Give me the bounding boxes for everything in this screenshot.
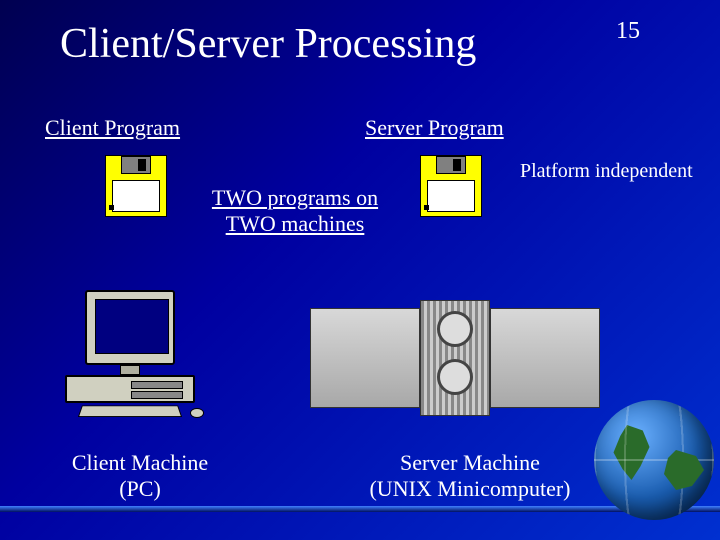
floppy-disk-icon bbox=[420, 155, 482, 217]
server-machine-caption: Server Machine (UNIX Minicomputer) bbox=[330, 450, 610, 502]
center-caption-line2: TWO machines bbox=[226, 211, 365, 236]
client-machine-line2: (PC) bbox=[119, 476, 161, 501]
center-caption: TWO programs on TWO machines bbox=[195, 185, 395, 237]
slide-number: 15 bbox=[616, 18, 640, 45]
server-program-label: Server Program bbox=[365, 115, 504, 141]
floppy-disk-icon bbox=[105, 155, 167, 217]
server-machine-line1: Server Machine bbox=[400, 450, 540, 475]
client-program-label: Client Program bbox=[45, 115, 180, 141]
server-icon bbox=[310, 300, 600, 420]
slide-title: Client/Server Processing bbox=[60, 20, 476, 68]
globe-icon bbox=[594, 400, 714, 520]
decorative-bar bbox=[0, 506, 720, 512]
client-machine-caption: Client Machine (PC) bbox=[40, 450, 240, 502]
client-machine-line1: Client Machine bbox=[72, 450, 208, 475]
server-machine-line2: (UNIX Minicomputer) bbox=[369, 476, 570, 501]
center-caption-line1: TWO programs on bbox=[212, 185, 378, 210]
platform-independent-note: Platform independent bbox=[520, 160, 693, 183]
pc-icon bbox=[60, 290, 210, 420]
